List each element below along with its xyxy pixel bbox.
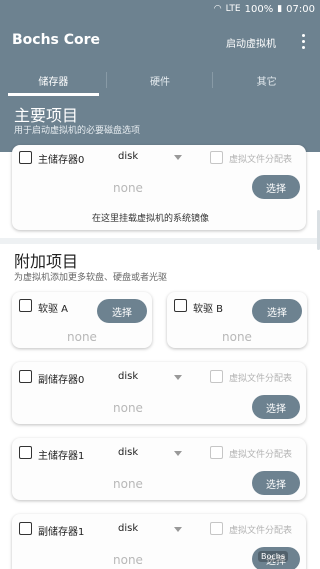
virtual-fat-checkbox[interactable] <box>210 446 223 459</box>
lte-signal-icon: LTE <box>225 4 241 14</box>
clock: 07:00 <box>286 3 315 15</box>
master-storage-0-checkbox[interactable] <box>19 151 32 164</box>
slave-storage-0-path: none <box>113 401 143 415</box>
extra-section-title: 附加项目 <box>14 252 79 271</box>
master-storage-1-type-select[interactable]: disk <box>118 447 138 458</box>
virtual-fat-checkbox[interactable] <box>210 370 223 383</box>
virtual-fat-label: 虚拟文件分配表 <box>229 450 293 460</box>
master-storage-0-type-select[interactable]: disk <box>118 151 138 162</box>
virtual-fat-label: 虚拟文件分配表 <box>229 526 293 536</box>
floppy-a-checkbox[interactable] <box>19 299 32 312</box>
watermark: Bochs <box>258 551 289 562</box>
virtual-fat-label: 虚拟文件分配表 <box>229 374 293 384</box>
floppy-b-card: 软驱 B 选择 none <box>167 292 307 348</box>
battery-level: 100% <box>244 3 274 15</box>
master-storage-0-hint: 在这里挂载虚拟机的系统镜像 <box>92 214 210 224</box>
section-divider <box>0 238 320 244</box>
more-options-icon[interactable] <box>297 28 309 54</box>
floppy-a-select-button[interactable]: 选择 <box>97 299 147 323</box>
tab-other-label: 其它 <box>256 76 277 88</box>
main-section-subtitle: 用于启动虚拟机的必要磁盘选项 <box>14 126 141 136</box>
master-storage-0-label: 主储存器0 <box>38 155 85 166</box>
slave-storage-0-type-select[interactable]: disk <box>118 371 138 382</box>
start-vm-button[interactable]: 启动虚拟机 <box>226 35 276 50</box>
slave-storage-1-checkbox[interactable] <box>19 522 32 535</box>
master-storage-1-select-button[interactable]: 选择 <box>252 471 300 495</box>
master-storage-1-label: 主储存器1 <box>38 451 85 462</box>
slave-storage-1-path: none <box>113 553 143 567</box>
slave-storage-0-label: 副储存器0 <box>38 375 85 386</box>
master-storage-0-path: none <box>113 181 143 195</box>
chevron-down-icon <box>174 451 182 456</box>
floppy-a-card: 软驱 A 选择 none <box>12 292 152 348</box>
floppy-b-label: 软驱 B <box>193 304 224 315</box>
tab-other[interactable]: 其它 <box>213 64 320 96</box>
master-storage-0-select-button[interactable]: 选择 <box>252 175 300 199</box>
tab-storage[interactable]: 储存器 <box>0 64 107 96</box>
virtual-fat-checkbox[interactable] <box>210 522 223 535</box>
floppy-a-path: none <box>67 330 97 344</box>
floppy-a-label: 软驱 A <box>38 304 69 315</box>
tab-storage-label: 储存器 <box>38 76 69 88</box>
master-storage-0-card: 主储存器0 disk 虚拟文件分配表 none 选择 在这里挂载虚拟机的系统镜像 <box>12 145 306 230</box>
app-title: Bochs Core <box>12 32 101 48</box>
floppy-b-checkbox[interactable] <box>174 299 187 312</box>
virtual-fat-label: 虚拟文件分配表 <box>229 155 293 165</box>
slave-storage-0-select-button[interactable]: 选择 <box>252 395 300 419</box>
master-storage-1-checkbox[interactable] <box>19 446 32 459</box>
floppy-b-path: none <box>222 330 252 344</box>
slave-storage-0-checkbox[interactable] <box>19 370 32 383</box>
chevron-down-icon <box>174 375 182 380</box>
chevron-down-icon <box>174 155 182 160</box>
master-storage-1-card: 主储存器1 disk 虚拟文件分配表 none 选择 <box>12 438 306 500</box>
battery-icon: ▮ <box>277 4 283 14</box>
extra-section-subtitle: 为虚拟机添加更多软盘、硬盘或者光驱 <box>14 273 168 283</box>
slave-storage-1-label: 副储存器1 <box>38 527 85 538</box>
slave-storage-1-type-select[interactable]: disk <box>118 523 138 534</box>
tab-bar: 储存器 硬件 其它 <box>0 64 320 96</box>
app-bar: Bochs Core 启动虚拟机 <box>0 18 320 64</box>
master-storage-1-path: none <box>113 477 143 491</box>
wifi-icon: ◠ <box>213 4 222 14</box>
chevron-down-icon <box>174 527 182 532</box>
slave-storage-0-card: 副储存器0 disk 虚拟文件分配表 none 选择 <box>12 362 306 424</box>
tab-hardware[interactable]: 硬件 <box>107 64 214 96</box>
virtual-fat-checkbox[interactable] <box>210 151 223 164</box>
status-bar: ◠ LTE 100% ▮ 07:00 <box>0 0 320 18</box>
tab-hardware-label: 硬件 <box>150 76 170 88</box>
floppy-b-select-button[interactable]: 选择 <box>252 299 302 323</box>
